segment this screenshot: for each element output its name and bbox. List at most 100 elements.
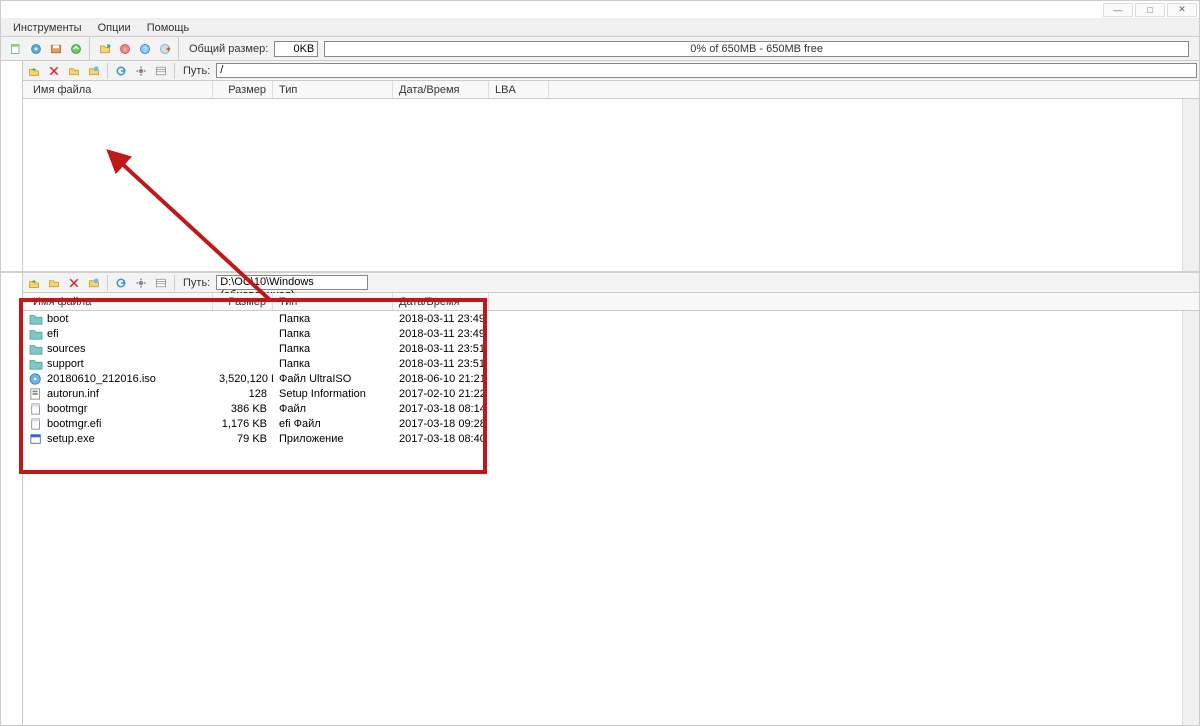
folder-icon (29, 358, 43, 370)
menu-tools[interactable]: Инструменты (5, 20, 90, 36)
maximize-icon: □ (1147, 5, 1152, 15)
local-path-field[interactable]: D:\ОС\10\Windows (обновленная) (216, 275, 368, 290)
col-lba[interactable]: LBA (489, 81, 549, 98)
local-view-button[interactable] (152, 274, 170, 292)
col-type[interactable]: Тип (273, 81, 393, 98)
extract-button[interactable]: i (116, 40, 134, 58)
col-date[interactable]: Дата/Время (393, 293, 489, 310)
up-button[interactable] (25, 62, 43, 80)
file-name: bootmgr (47, 403, 87, 415)
capacity-progress: 0% of 650MB - 650MB free (324, 41, 1189, 57)
list-item[interactable]: 20180610_212016.iso3,520,120 KBФайл Ultr… (23, 371, 1182, 386)
file-name: sources (47, 343, 86, 355)
file-date: 2018-06-10 21:21 (393, 373, 489, 385)
local-file-list[interactable]: bootПапка2018-03-11 23:49efiПапка2018-03… (23, 311, 1182, 725)
view-button[interactable] (152, 62, 170, 80)
file-date: 2017-03-18 08:14 (393, 403, 489, 415)
menu-help[interactable]: Помощь (139, 20, 198, 36)
window-maximize-button[interactable]: □ (1135, 3, 1165, 17)
window-minimize-button[interactable]: — (1103, 3, 1133, 17)
file-date: 2017-02-10 21:22 (393, 388, 489, 400)
image-list-scrollbar[interactable] (1182, 99, 1199, 271)
file-type: Файл UltraISO (273, 373, 393, 385)
exe-icon (29, 433, 43, 445)
burn-button[interactable] (156, 40, 174, 58)
file-name: boot (47, 313, 68, 325)
properties-button[interactable] (85, 62, 103, 80)
local-refresh-button[interactable] (112, 274, 130, 292)
file-name: 20180610_212016.iso (47, 373, 156, 385)
folder-icon (29, 343, 43, 355)
settings-button[interactable] (132, 62, 150, 80)
new-button[interactable] (7, 40, 25, 58)
file-name: autorun.inf (47, 388, 99, 400)
local-new-folder-button[interactable] (45, 274, 63, 292)
file-type: Папка (273, 313, 393, 325)
col-size[interactable]: Размер (213, 81, 273, 98)
delete-button[interactable] (45, 62, 63, 80)
add-files-button[interactable] (96, 40, 114, 58)
file-type: Setup Information (273, 388, 393, 400)
col-size[interactable]: Размер (213, 293, 273, 310)
window-titlebar: — □ ✕ (1, 1, 1199, 19)
svg-text:?: ? (143, 46, 147, 53)
window-close-button[interactable]: ✕ (1167, 3, 1197, 17)
list-item[interactable]: setup.exe79 KBПриложение2017-03-18 08:40 (23, 431, 1182, 446)
local-settings-button[interactable] (132, 274, 150, 292)
image-tree[interactable] (1, 61, 23, 271)
local-list-scrollbar[interactable] (1182, 311, 1199, 725)
file-type: Приложение (273, 433, 393, 445)
total-size-value: 0KB (274, 41, 318, 57)
info-button[interactable]: ? (136, 40, 154, 58)
file-icon (29, 403, 43, 415)
local-delete-button[interactable] (65, 274, 83, 292)
local-open-folder-button[interactable] (85, 274, 103, 292)
image-pane: Путь: / Имя файла Размер Тип Дата/Время … (1, 61, 1199, 273)
image-list-header: Имя файла Размер Тип Дата/Время LBA (23, 81, 1199, 99)
file-date: 2018-03-11 23:49 (393, 313, 489, 325)
file-type: efi Файл (273, 418, 393, 430)
menu-bar: Инструменты Опции Помощь (1, 19, 1199, 37)
menu-options[interactable]: Опции (90, 20, 139, 36)
file-icon (29, 418, 43, 430)
save-button[interactable] (47, 40, 65, 58)
col-name[interactable]: Имя файла (23, 81, 213, 98)
list-item[interactable]: supportПапка2018-03-11 23:51 (23, 356, 1182, 371)
file-size: 386 KB (213, 403, 273, 415)
file-date: 2018-03-11 23:49 (393, 328, 489, 340)
local-pane: Путь: D:\ОС\10\Windows (обновленная) Имя… (1, 273, 1199, 725)
refresh-button[interactable] (112, 62, 130, 80)
file-name: bootmgr.efi (47, 418, 101, 430)
list-item[interactable]: efiПапка2018-03-11 23:49 (23, 326, 1182, 341)
minimize-icon: — (1114, 5, 1123, 15)
file-name: support (47, 358, 84, 370)
inf-icon (29, 388, 43, 400)
list-item[interactable]: bootmgr 386 KBФайл2017-03-18 08:14 (23, 401, 1182, 416)
close-icon: ✕ (1178, 4, 1186, 15)
list-item[interactable]: sourcesПапка2018-03-11 23:51 (23, 341, 1182, 356)
image-path-field[interactable]: / (216, 63, 1197, 78)
list-item[interactable]: boot Папка2018-03-11 23:49 (23, 311, 1182, 326)
list-item[interactable]: bootmgr.efi1,176 KBefi Файл2017-03-18 09… (23, 416, 1182, 431)
capacity-progress-text: 0% of 650MB - 650MB free (690, 43, 823, 55)
local-list-header: Имя файла Размер Тип Дата/Время (23, 293, 1199, 311)
col-type[interactable]: Тип (273, 293, 393, 310)
file-type: Папка (273, 343, 393, 355)
new-folder-button[interactable] (65, 62, 83, 80)
local-tree[interactable] (1, 273, 23, 725)
col-date[interactable]: Дата/Время (393, 81, 489, 98)
local-up-button[interactable] (25, 274, 43, 292)
total-size-label: Общий размер: (185, 43, 272, 55)
image-file-list[interactable] (23, 99, 1182, 271)
file-size: 128 (213, 388, 273, 400)
file-type: Файл (273, 403, 393, 415)
saveas-button[interactable] (67, 40, 85, 58)
list-item[interactable]: autorun.inf 128Setup Information2017-02-1… (23, 386, 1182, 401)
local-pane-toolbar: Путь: D:\ОС\10\Windows (обновленная) (23, 273, 1199, 293)
file-type: Папка (273, 358, 393, 370)
folder-icon (29, 313, 43, 325)
local-path-label: Путь: (179, 277, 214, 289)
main-toolbar: i ? Общий размер: 0KB 0% of 650MB - 650M… (1, 37, 1199, 61)
open-button[interactable] (27, 40, 45, 58)
col-name[interactable]: Имя файла (23, 293, 213, 310)
